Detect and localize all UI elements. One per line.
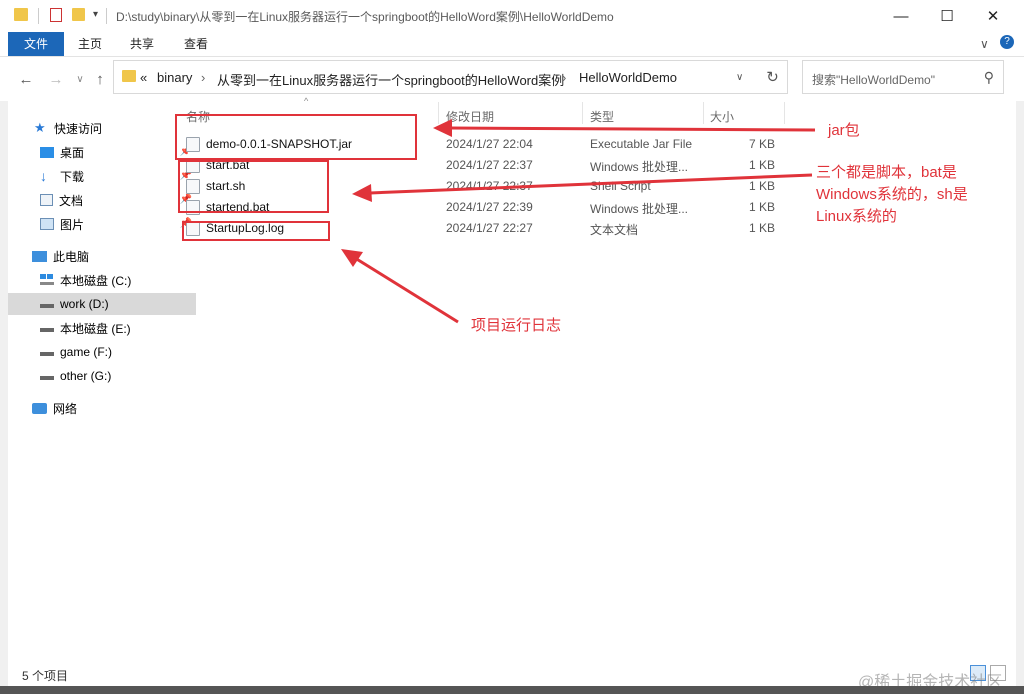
annotation-scripts-line2: Windows系统的，sh是	[816, 186, 968, 203]
annotation-arrows	[341, 119, 816, 324]
arrow-jar-line	[449, 126, 816, 132]
annotation-jar: jar包	[828, 122, 860, 139]
arrow-log-line	[354, 256, 459, 324]
arrow-jar-head	[433, 119, 452, 137]
arrow-scripts-head	[352, 184, 372, 202]
annotation-scripts-line3: Linux系统的	[816, 208, 897, 225]
annotation-log: 项目运行日志	[471, 317, 562, 334]
arrow-log-head	[341, 249, 363, 267]
arrow-scripts-line	[369, 173, 813, 195]
item-count: 5 个项目	[22, 669, 69, 683]
desktop-background-strip	[0, 686, 1024, 694]
annotation-scripts-line1: 三个都是脚本，bat是	[816, 164, 957, 181]
